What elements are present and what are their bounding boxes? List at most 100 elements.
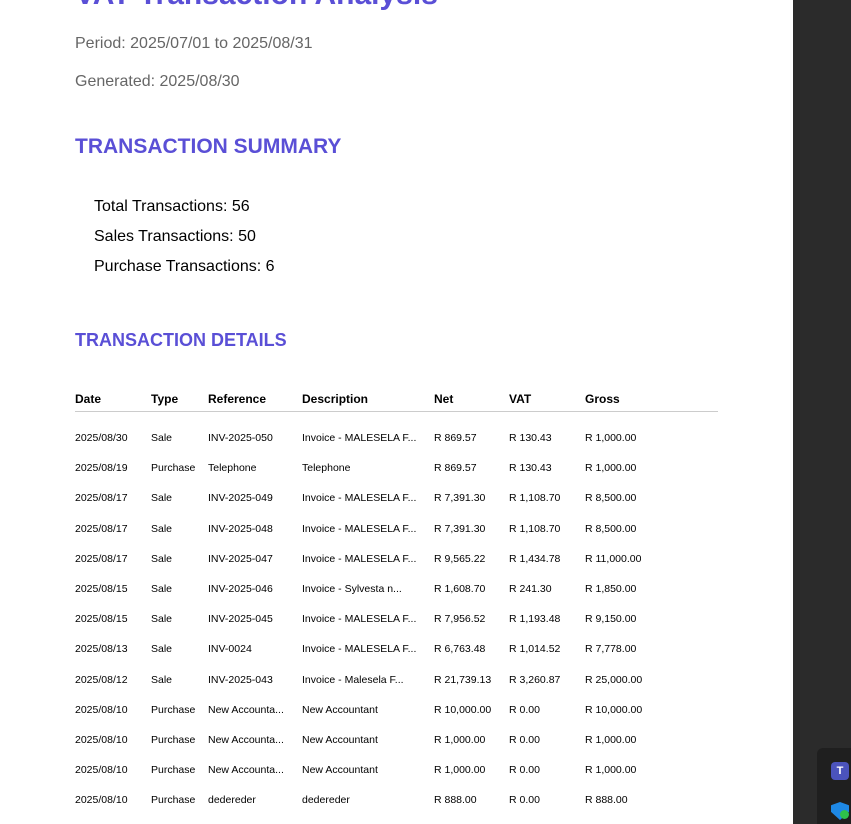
column-header-reference: Reference xyxy=(208,392,267,406)
cell-date: 2025/08/17 xyxy=(75,492,128,505)
report-generated-date: Generated: 2025/08/30 xyxy=(75,73,240,90)
cell-reference: dedereder xyxy=(208,794,256,807)
cell-gross: R 1,000.00 xyxy=(585,734,637,746)
cell-vat: R 0.00 xyxy=(509,734,540,746)
viewer-side-panel xyxy=(793,0,851,824)
cell-description: Telephone xyxy=(302,462,351,475)
cell-reference: Telephone xyxy=(208,462,257,475)
cell-date: 2025/08/10 xyxy=(75,734,128,746)
table-row: 2025/08/17 Sale INV-2025-047 Invoice - MALE… xyxy=(75,553,718,573)
teams-glyph: T xyxy=(836,765,844,777)
cell-type: Sale xyxy=(151,492,173,505)
cell-type: Sale xyxy=(151,432,173,444)
cell-gross: R 9,150.00 xyxy=(585,613,637,626)
cell-net: R 7,956.52 xyxy=(434,613,486,626)
cell-gross: R 7,778.00 xyxy=(585,643,637,656)
cell-vat: R 1,014.52 xyxy=(509,643,561,656)
cell-reference: INV-2025-045 xyxy=(208,613,273,626)
cell-net: R 7,391.30 xyxy=(434,522,486,535)
defender-status-icon xyxy=(840,810,849,819)
report-title: VAT Transaction Analysis xyxy=(75,0,438,12)
cell-description: Invoice - MALESELA F... xyxy=(302,613,417,626)
cell-gross: R 888.00 xyxy=(585,794,628,807)
cell-date: 2025/08/15 xyxy=(75,613,128,626)
table-row: 2025/08/19 Purchase Telephone Telephone R 86… xyxy=(75,462,718,482)
cell-net: R 1,608.70 xyxy=(434,583,486,595)
cell-type: Purchase xyxy=(151,764,196,777)
cell-vat: R 0.00 xyxy=(509,764,540,777)
cell-gross: R 10,000.00 xyxy=(585,703,643,716)
cell-gross: R 25,000.00 xyxy=(585,673,643,686)
cell-gross: R 8,500.00 xyxy=(585,522,637,535)
cell-description: Invoice - MALESELA F... xyxy=(302,432,417,444)
cell-vat: R 1,108.70 xyxy=(509,522,561,535)
cell-vat: R 1,434.78 xyxy=(509,552,561,565)
column-header-net: Net xyxy=(434,392,454,406)
report-page: VAT Transaction Analysis Period: 2025/07… xyxy=(0,0,793,824)
cell-gross: R 8,500.00 xyxy=(585,492,637,505)
cell-type: Sale xyxy=(151,552,173,565)
cell-vat: R 241.30 xyxy=(509,583,552,595)
cell-date: 2025/08/10 xyxy=(75,764,128,777)
table-row: 2025/08/10 Purchase New Accounta... New Acc… xyxy=(75,704,718,724)
cell-date: 2025/08/17 xyxy=(75,522,128,535)
cell-date: 2025/08/13 xyxy=(75,643,128,656)
cell-net: R 869.57 xyxy=(434,432,477,444)
cell-net: R 888.00 xyxy=(434,794,477,807)
cell-description: Invoice - Malesela F... xyxy=(302,673,404,686)
summary-total-transactions: Total Transactions: 56 xyxy=(94,198,250,215)
cell-net: R 9,565.22 xyxy=(434,552,486,565)
cell-type: Purchase xyxy=(151,462,196,475)
table-row: 2025/08/10 Purchase New Accounta... New Acc… xyxy=(75,734,718,754)
cell-net: R 21,739.13 xyxy=(434,673,492,686)
cell-gross: R 1,000.00 xyxy=(585,432,637,444)
table-row: 2025/08/10 Purchase dedereder dedereder R 88… xyxy=(75,794,718,814)
column-header-date: Date xyxy=(75,392,102,406)
table-row: 2025/08/17 Sale INV-2025-048 Invoice - MALE… xyxy=(75,523,718,543)
cell-reference: INV-2025-049 xyxy=(208,492,273,505)
cell-date: 2025/08/10 xyxy=(75,794,128,807)
table-row: 2025/08/10 Purchase New Accounta... New Acc… xyxy=(75,764,718,784)
cell-reference: New Accounta... xyxy=(208,734,284,746)
cell-description: Invoice - MALESELA F... xyxy=(302,522,417,535)
table-row: 2025/08/12 Sale INV-2025-043 Invoice - Male… xyxy=(75,674,718,694)
table-row: 2025/08/13 Sale INV-0024 Invoice - MALESELA… xyxy=(75,643,718,663)
transactions-table: Date Type Reference Description Net VAT … xyxy=(75,388,718,806)
cell-net: R 10,000.00 xyxy=(434,703,492,716)
cell-gross: R 11,000.00 xyxy=(585,552,642,565)
cell-reference: INV-0024 xyxy=(208,643,252,656)
cell-type: Sale xyxy=(151,613,173,626)
cell-type: Sale xyxy=(151,673,173,686)
column-header-description: Description xyxy=(302,392,369,406)
cell-description: Invoice - Sylvesta n... xyxy=(302,583,402,595)
column-header-gross: Gross xyxy=(585,392,620,406)
summary-heading: TRANSACTION SUMMARY xyxy=(75,135,342,158)
column-header-vat: VAT xyxy=(509,392,532,406)
cell-vat: R 130.43 xyxy=(509,432,552,444)
cell-vat: R 1,193.48 xyxy=(509,613,561,626)
teams-icon[interactable]: T xyxy=(831,762,849,780)
cell-net: R 6,763.48 xyxy=(434,643,486,656)
cell-description: Invoice - MALESELA F... xyxy=(302,643,417,656)
cell-vat: R 3,260.87 xyxy=(509,673,561,686)
cell-type: Purchase xyxy=(151,794,196,807)
table-row: 2025/08/15 Sale INV-2025-045 Invoice - MALE… xyxy=(75,613,718,633)
table-row: 2025/08/17 Sale INV-2025-049 Invoice - MALE… xyxy=(75,492,718,512)
cell-reference: New Accounta... xyxy=(208,764,284,777)
cell-description: Invoice - MALESELA F... xyxy=(302,492,417,505)
cell-vat: R 1,108.70 xyxy=(509,492,561,505)
cell-vat: R 130.43 xyxy=(509,462,552,475)
cell-gross: R 1,000.00 xyxy=(585,764,637,777)
cell-description: New Accountant xyxy=(302,764,378,777)
cell-net: R 869.57 xyxy=(434,462,477,475)
summary-purchase-transactions: Purchase Transactions: 6 xyxy=(94,258,275,275)
table-row: 2025/08/15 Sale INV-2025-046 Invoice - Sylv… xyxy=(75,583,718,603)
cell-vat: R 0.00 xyxy=(509,794,540,807)
cell-date: 2025/08/15 xyxy=(75,583,128,595)
cell-gross: R 1,850.00 xyxy=(585,583,637,595)
cell-description: Invoice - MALESELA F... xyxy=(302,552,417,565)
details-heading: TRANSACTION DETAILS xyxy=(75,330,287,350)
table-row: 2025/08/30 Sale INV-2025-050 Invoice - MALE… xyxy=(75,432,718,452)
cell-gross: R 1,000.00 xyxy=(585,462,637,475)
cell-date: 2025/08/17 xyxy=(75,552,128,565)
